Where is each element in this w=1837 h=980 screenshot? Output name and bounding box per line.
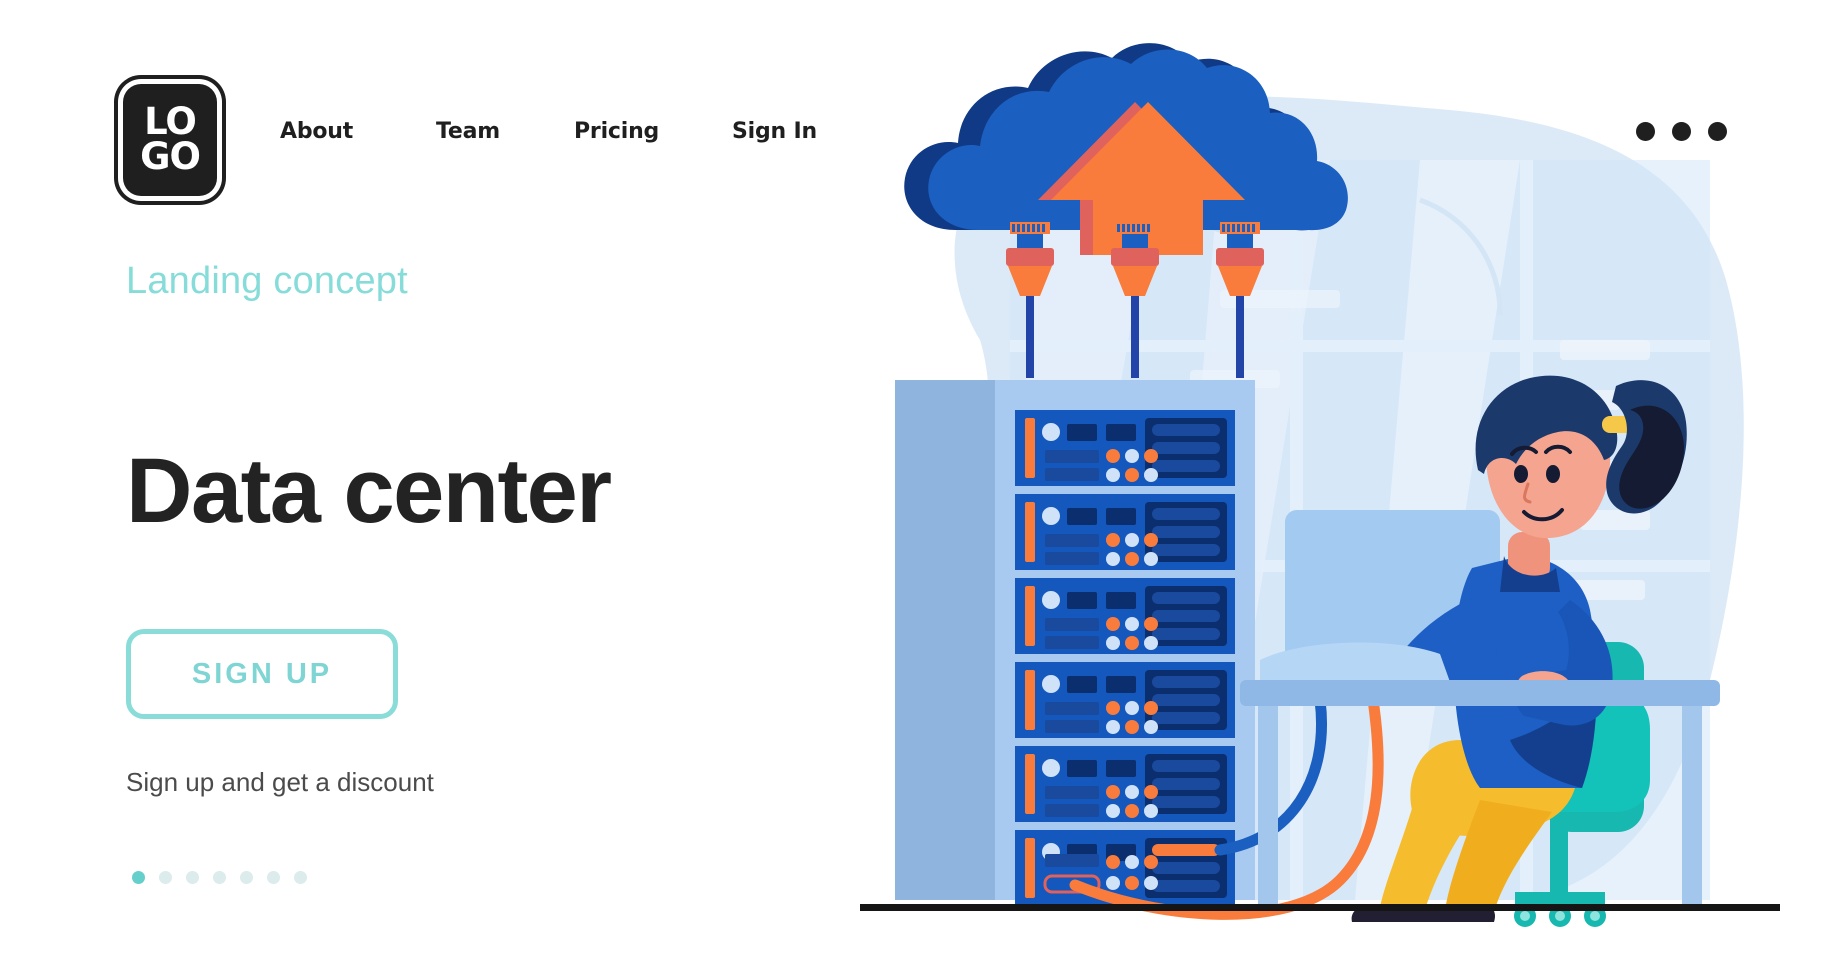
pagination-dot-active[interactable] (132, 871, 145, 884)
pagination-dot[interactable] (159, 871, 172, 884)
landing-page: LO GO About Team Pricing Sign In Landing… (0, 0, 1837, 980)
server-unit (1015, 578, 1235, 654)
logo-line-2: GO (140, 135, 201, 178)
floor-line (860, 904, 1780, 911)
server-unit (1015, 494, 1235, 570)
nav-item-team[interactable]: Team (436, 119, 574, 144)
server-unit (1015, 662, 1235, 738)
nav-item-pricing[interactable]: Pricing (574, 119, 732, 144)
main-nav: About Team Pricing Sign In (280, 119, 817, 144)
pagination-dot[interactable] (213, 871, 226, 884)
page-title: Data center (126, 439, 612, 542)
carousel-pagination[interactable] (132, 871, 307, 884)
nav-item-sign-in[interactable]: Sign In (732, 119, 817, 144)
hero-subnote: Sign up and get a discount (126, 767, 434, 797)
hero-illustration (860, 40, 1780, 940)
pagination-dot[interactable] (294, 871, 307, 884)
server-unit (1015, 746, 1235, 822)
nav-item-about[interactable]: About (280, 119, 436, 144)
pagination-dot[interactable] (240, 871, 253, 884)
sign-up-button[interactable]: SIGN UP (126, 629, 398, 719)
pagination-dot[interactable] (186, 871, 199, 884)
pagination-dot[interactable] (267, 871, 280, 884)
logo[interactable]: LO GO (123, 84, 217, 196)
server-unit (1015, 410, 1235, 486)
hero-eyebrow: Landing concept (126, 260, 408, 302)
server-unit-cabled (1015, 830, 1235, 906)
